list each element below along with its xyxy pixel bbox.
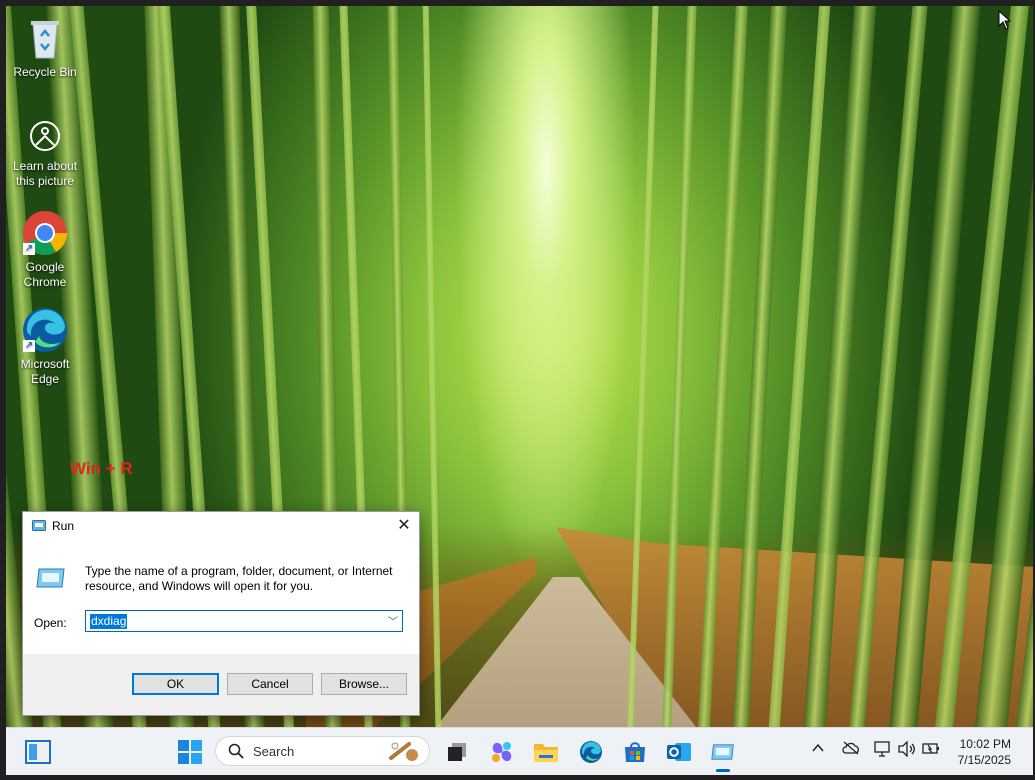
search-highlight-icon (387, 740, 421, 767)
clock-time: 10:02 PM (959, 737, 1011, 751)
run-dialog: Run ✕ Type the name of a program, folder… (22, 511, 420, 716)
shortcut-arrow-icon: ↗ (23, 340, 35, 352)
desktop-icon-label: Microsoft Edge (20, 357, 70, 386)
volume-icon[interactable] (898, 740, 916, 760)
run-program-icon (36, 567, 66, 592)
file-explorer-icon[interactable] (532, 738, 560, 766)
desktop-icon-label: Learn about this picture (12, 159, 78, 188)
edge-icon: ↗ (21, 306, 69, 354)
active-app-indicator (716, 769, 730, 772)
cancel-button[interactable]: Cancel (227, 673, 313, 695)
battery-icon[interactable] (922, 741, 940, 758)
widgets-icon[interactable] (24, 738, 52, 766)
desktop-icon-google-chrome[interactable]: ↗ Google Chrome (8, 209, 82, 290)
chevron-up-icon[interactable] (812, 741, 824, 757)
browse-button[interactable]: Browse... (321, 673, 407, 695)
chrome-icon: ↗ (21, 209, 69, 257)
taskbar: Search 10:02 PM 7/15/2025 (6, 727, 1033, 775)
start-icon[interactable] (176, 738, 204, 766)
run-icon[interactable] (709, 738, 737, 766)
run-app-icon (32, 520, 46, 535)
desktop-icon-microsoft-edge[interactable]: ↗ Microsoft Edge (8, 306, 82, 387)
search-icon (228, 743, 244, 764)
learn-about-picture-icon (25, 116, 65, 156)
edge-icon[interactable] (577, 738, 605, 766)
network-icon[interactable] (874, 741, 892, 760)
store-icon[interactable] (621, 738, 649, 766)
shortcut-arrow-icon: ↗ (23, 243, 35, 255)
run-dialog-body: Type the name of a program, folder, docu… (23, 540, 419, 654)
open-label: Open: (34, 616, 67, 630)
recycle-bin-icon (21, 14, 69, 62)
search-placeholder: Search (253, 744, 295, 759)
ok-button[interactable]: OK (132, 673, 219, 695)
outlook-icon[interactable] (665, 738, 693, 766)
run-dialog-titlebar[interactable]: Run ✕ (23, 512, 419, 540)
system-clock[interactable]: 10:02 PM 7/15/2025 (958, 736, 1011, 768)
run-dialog-description: Type the name of a program, folder, docu… (85, 564, 393, 593)
open-combobox[interactable]: dxdiag ﹀ (85, 610, 403, 632)
copilot-icon[interactable] (488, 738, 516, 766)
desktop-icon-label: Recycle Bin (13, 65, 77, 79)
clock-date: 7/15/2025 (957, 753, 1011, 767)
keyboard-shortcut-annotation: Win + R (70, 459, 133, 478)
mouse-cursor-icon (998, 10, 1012, 30)
desktop-icon-label: Google Chrome (23, 260, 67, 289)
desktop-icon-recycle-bin[interactable]: Recycle Bin (8, 14, 82, 80)
task-view-icon[interactable] (443, 738, 471, 766)
desktop-icon-learn-about-picture[interactable]: Learn about this picture (8, 116, 82, 189)
chevron-down-icon[interactable]: ﹀ (388, 613, 398, 628)
run-dialog-title: Run (52, 519, 75, 533)
close-icon[interactable]: ✕ (389, 512, 419, 540)
onedrive-icon[interactable] (842, 741, 860, 758)
search-box[interactable]: Search (215, 736, 430, 766)
open-input-value[interactable]: dxdiag (90, 614, 128, 629)
